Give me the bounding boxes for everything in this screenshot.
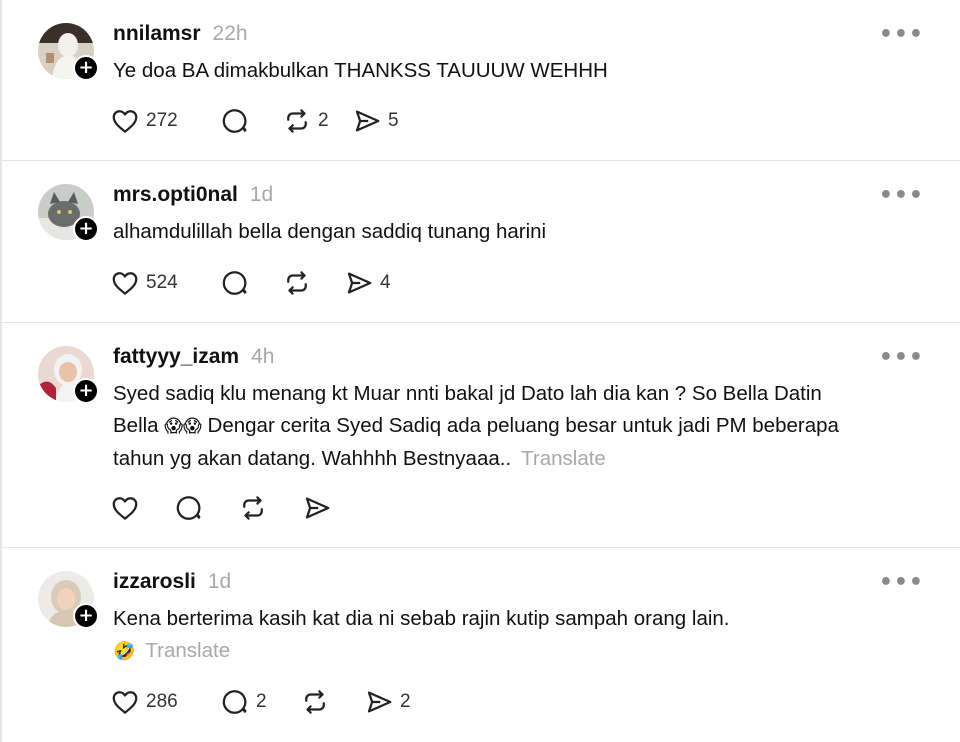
reply-button[interactable] <box>220 266 282 300</box>
send-icon <box>347 272 372 294</box>
post-text: Syed sadiq klu menang kt Muar nnti bakal… <box>113 378 930 475</box>
post: + izzarosli 1d ••• Kena berterima kasih k… <box>2 548 960 742</box>
action-bar <box>110 491 362 525</box>
like-button[interactable]: 286 <box>110 685 220 719</box>
share-button[interactable]: 2 <box>364 685 424 719</box>
heart-icon <box>112 110 138 133</box>
timestamp: 1d <box>249 183 274 206</box>
action-bar: 524 4 <box>110 266 404 300</box>
comment-icon <box>176 496 201 520</box>
share-count: 4 <box>380 272 391 293</box>
share-button[interactable] <box>302 491 362 525</box>
post-text: Ye doa BA dimakbulkan THANKSS TAUUUW WEH… <box>113 59 608 82</box>
translate-link[interactable]: Translate <box>521 447 606 470</box>
comment-icon <box>222 271 247 295</box>
comment-icon <box>222 690 247 714</box>
repost-icon <box>287 109 307 133</box>
username[interactable]: fattyyy_izam 4h <box>113 345 274 369</box>
post-text-line: Syed sadiq klu menang kt Muar nnti bakal… <box>113 382 822 405</box>
like-count: 272 <box>146 110 178 131</box>
action-bar: 272 2 5 <box>110 104 412 138</box>
timestamp: 1d <box>207 570 232 593</box>
send-icon <box>305 497 330 519</box>
repost-count: 2 <box>318 110 329 131</box>
repost-button[interactable] <box>300 685 364 719</box>
reply-button[interactable] <box>174 491 238 525</box>
more-options-icon[interactable]: ••• <box>879 570 924 595</box>
emoji: 😱😱 <box>164 416 202 437</box>
username[interactable]: izzarosli 1d <box>113 570 231 594</box>
send-icon <box>367 691 392 713</box>
repost-button[interactable] <box>238 491 302 525</box>
follow-plus-icon[interactable]: + <box>73 378 99 404</box>
post-text: Kena berterima kasih kat dia ni sebab ra… <box>113 603 930 668</box>
username[interactable]: mrs.opti0nal 1d <box>113 183 273 207</box>
share-button[interactable]: 4 <box>344 266 404 300</box>
repost-icon <box>305 690 325 714</box>
like-button[interactable]: 272 <box>110 104 220 138</box>
post-text-line: tahun yg akan datang. Wahhhh Bestnyaaa..… <box>113 447 606 470</box>
follow-plus-icon[interactable]: + <box>73 603 99 629</box>
more-options-icon[interactable]: ••• <box>879 22 924 47</box>
follow-plus-icon[interactable]: + <box>73 216 99 242</box>
share-count: 2 <box>400 691 411 712</box>
reply-count: 2 <box>256 691 267 712</box>
follow-plus-icon[interactable]: + <box>73 55 99 81</box>
emoji: 🤣 <box>113 641 136 662</box>
timestamp: 22h <box>212 22 248 45</box>
heart-icon <box>112 497 138 520</box>
repost-icon <box>287 271 307 295</box>
timestamp: 4h <box>251 345 275 368</box>
username[interactable]: nnilamsr 22h <box>113 22 248 46</box>
like-count: 286 <box>146 691 178 712</box>
heart-icon <box>112 272 138 295</box>
repost-icon <box>243 496 263 520</box>
translate-link[interactable]: Translate <box>145 639 230 662</box>
post-text-line: Kena berterima kasih kat dia ni sebab ra… <box>113 607 730 630</box>
heart-icon <box>112 691 138 714</box>
post: + mrs.opti0nal 1d ••• alhamdulillah bella… <box>2 161 960 323</box>
comment-icon <box>222 109 247 133</box>
like-button[interactable] <box>110 491 174 525</box>
post-text-line: 🤣 Translate <box>113 635 930 668</box>
like-button[interactable]: 524 <box>110 266 220 300</box>
post: + nnilamsr 22h ••• Ye doa BA dimakbulkan … <box>2 0 960 161</box>
like-count: 524 <box>146 272 178 293</box>
more-options-icon[interactable]: ••• <box>879 345 924 370</box>
post-text-line: Bella 😱😱 Dengar cerita Syed Sadiq ada pe… <box>113 414 839 437</box>
post-text: alhamdulillah bella dengan saddiq tunang… <box>113 220 547 243</box>
share-button[interactable]: 5 <box>352 104 412 138</box>
repost-button[interactable] <box>282 266 344 300</box>
send-icon <box>355 110 380 132</box>
reply-button[interactable]: 2 <box>220 685 300 719</box>
share-count: 5 <box>388 110 399 131</box>
post: + fattyyy_izam 4h ••• Syed sadiq klu mena… <box>2 323 960 548</box>
repost-button[interactable]: 2 <box>282 104 352 138</box>
reply-button[interactable] <box>220 104 282 138</box>
more-options-icon[interactable]: ••• <box>879 183 924 208</box>
action-bar: 286 2 2 <box>110 685 424 719</box>
